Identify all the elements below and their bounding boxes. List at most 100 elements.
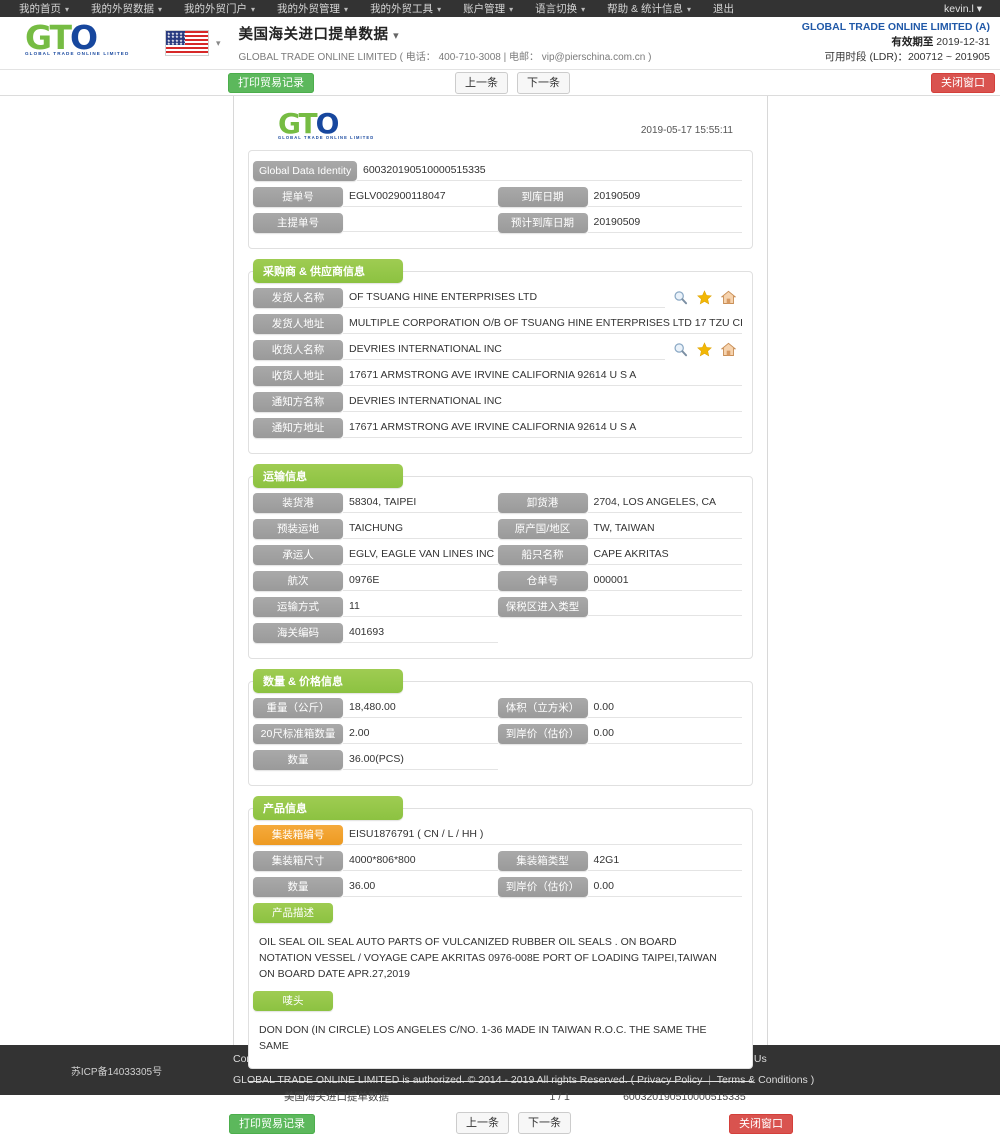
icp-license: 苏ICP备14033305号 [70,1066,163,1078]
field-label: 卸货港 [497,492,588,513]
document-header: GTO GLOBAL TRADE ONLINE LIMITED 2019-05-… [248,108,753,150]
nav-item-3[interactable]: 我的外贸管理 ▾ [266,1,359,16]
chevron-down-icon: ▾ [158,5,163,14]
nav-item-0[interactable]: 我的首页 ▾ [8,1,80,16]
master-bl-cell: 主提单号 [253,212,498,233]
home-icon[interactable] [721,290,736,305]
field-label: 收货人地址 [253,365,343,386]
shipping-marks-label: 唛头 [253,990,333,1011]
party-row: 通知方地址 17671 ARMSTRONG AVE IRVINE CALIFORN… [253,417,742,438]
nav-item-label: 语言切换 [535,3,578,15]
nav-item-5[interactable]: 账户管理 ▾ [452,1,524,16]
top-navigation-bar: 我的首页 ▾ 我的外贸数据 ▾ 我的外贸门户 ▾ 我的外贸管理 ▾ 我的外贸工具 ▾ 账户管理 ▾ 语言… [0,0,1000,17]
field-value: MULTIPLE CORPORATION O/B OF TSUANG HINE … [343,313,742,334]
toolbar-left-group: 打印贸易记录 [228,73,314,93]
product-description-label: 产品描述 [253,902,333,923]
field-cell: 卸货港 2704, LOS ANGELES, CA [497,492,742,513]
transport-panel: 运输信息 装货港 58304, TAIPEI 卸货港 2704, LOS ANGELE… [248,464,753,659]
nav-item-6[interactable]: 语言切换 ▾ [524,1,596,16]
company-contact: GLOBAL TRADE ONLINE LIMITED ( 电话： 400-71… [238,52,652,63]
star-icon[interactable] [697,290,712,305]
prev-record-button-bottom[interactable]: 上一条 [456,1112,509,1134]
logo-subtitle: GLOBAL TRADE ONLINE LIMITED [278,135,375,140]
document-footer-page: 1 / 1 [549,1090,570,1103]
field-cell: 集装箱类型 42G1 [497,850,742,871]
identity-panel: Global Data Identity 6003201905100005153… [248,150,753,249]
gto-logo[interactable]: GTO GLOBAL TRADE ONLINE LIMITED [0,21,155,63]
field-label: 航次 [253,570,343,591]
home-icon[interactable] [721,342,736,357]
nav-item-7[interactable]: 帮助 & 统计信息 ▾ [596,1,702,16]
field-label: 海关编码 [253,622,343,643]
document-timestamp: 2019-05-17 15:55:11 [640,125,733,136]
field-row: 集装箱尺寸 4000*806*800 集装箱类型 42G1 [253,850,742,871]
desc-label-row: 产品描述 [253,902,742,923]
field-value: 36.00 [343,876,498,897]
nav-item-label: 我的外贸管理 [277,3,341,15]
user-menu[interactable]: kevin.l ▾ [944,3,992,15]
field-cell: 收货人地址 17671 ARMSTRONG AVE IRVINE CALIFORN… [253,365,742,386]
field-label: 原产国/地区 [497,518,588,539]
bl-number-label: 提单号 [253,186,343,207]
party-row: 发货人地址 MULTIPLE CORPORATION O/B OF TSUANG … [253,313,742,334]
user-name: kevin.l [944,2,974,15]
prev-record-button[interactable]: 上一条 [455,71,508,94]
eta-value: 20190509 [587,212,742,233]
nav-item-1[interactable]: 我的外贸数据 ▾ [80,1,173,16]
field-cell: 到岸价（估价） 0.00 [497,723,742,744]
field-value: 0.00 [587,876,742,897]
toolbar-nav-group: 上一条 下一条 [455,71,570,94]
nav-item-2[interactable]: 我的外贸门户 ▾ [173,1,266,16]
field-cell: 原产国/地区 TW, TAIWAN [497,518,742,539]
field-value: 18,480.00 [343,697,498,718]
product-panel-title: 产品信息 [253,796,403,820]
chevron-down-icon: ▾ [393,30,400,42]
field-value: TAICHUNG [343,518,498,539]
field-cell: 预装运地 TAICHUNG [253,518,498,539]
field-row: 运输方式 11 保税区进入类型 [253,596,742,617]
nav-item-label: 我的外贸门户 [184,3,248,15]
country-selector[interactable]: ★★★★★★★★★★★★★★★★★★★★★★★★ ▾ [165,30,221,56]
party-action-icons [665,290,742,305]
container-number-label: 集装箱编号 [253,824,343,845]
field-value [587,597,742,616]
field-value: EGLV, EAGLE VAN LINES INC [343,544,498,565]
global-data-identity-value: 600320190510000515335 [357,160,742,181]
transport-rows: 装货港 58304, TAIPEI 卸货港 2704, LOS ANGELES, CA… [253,492,742,643]
marks-label-row: 唛头 [253,990,742,1011]
close-window-button[interactable]: 关闭窗口 [931,73,995,93]
field-label: 数量 [253,876,343,897]
field-label: 到岸价（估价） [497,723,588,744]
nav-item-4[interactable]: 我的外贸工具 ▾ [359,1,452,16]
page-title-text: 美国海关进口提单数据 [238,27,389,43]
print-record-button[interactable]: 打印贸易记录 [228,73,314,93]
quantity-panel-title: 数量 & 价格信息 [253,669,403,693]
chevron-down-icon: ▾ [509,5,514,14]
nav-item-8[interactable]: 退出 [702,1,745,16]
logo-letters: GTO [278,110,370,138]
product-description-value: OIL SEAL OIL SEAL AUTO PARTS OF VULCANIZ… [259,936,717,980]
validity-label: 有效期至 [891,36,934,48]
star-icon[interactable] [697,342,712,357]
search-icon[interactable] [673,342,688,357]
field-row: 预装运地 TAICHUNG 原产国/地区 TW, TAIWAN [253,518,742,539]
arrival-date-value: 20190509 [587,186,742,207]
shipping-marks-value: DON DON (IN CIRCLE) LOS ANGELES C/NO. 1-… [259,1024,707,1052]
search-icon[interactable] [673,290,688,305]
toolbar-bottom-right: 关闭窗口 [729,1113,793,1134]
toolbar-top: 打印贸易记录 上一条 下一条 关闭窗口 [0,70,1000,96]
field-cell: 20尺标准箱数量 2.00 [253,723,498,744]
nav-item-label: 账户管理 [463,3,506,15]
field-row: 数量 36.00(PCS) [253,749,742,770]
close-window-button-bottom[interactable]: 关闭窗口 [729,1113,793,1134]
nav-item-label: 我的外贸数据 [91,3,155,15]
print-record-button-bottom[interactable]: 打印贸易记录 [229,1113,315,1134]
validity-value: 2019-12-31 [936,36,990,48]
field-cell: 仓单号 000001 [497,570,742,591]
next-record-button[interactable]: 下一条 [517,71,570,94]
transport-panel-title: 运输信息 [253,464,403,488]
next-record-button-bottom[interactable]: 下一条 [518,1112,571,1134]
field-label: 体积（立方米） [497,697,588,718]
field-value: 000001 [587,570,742,591]
field-label: 通知方名称 [253,391,343,412]
